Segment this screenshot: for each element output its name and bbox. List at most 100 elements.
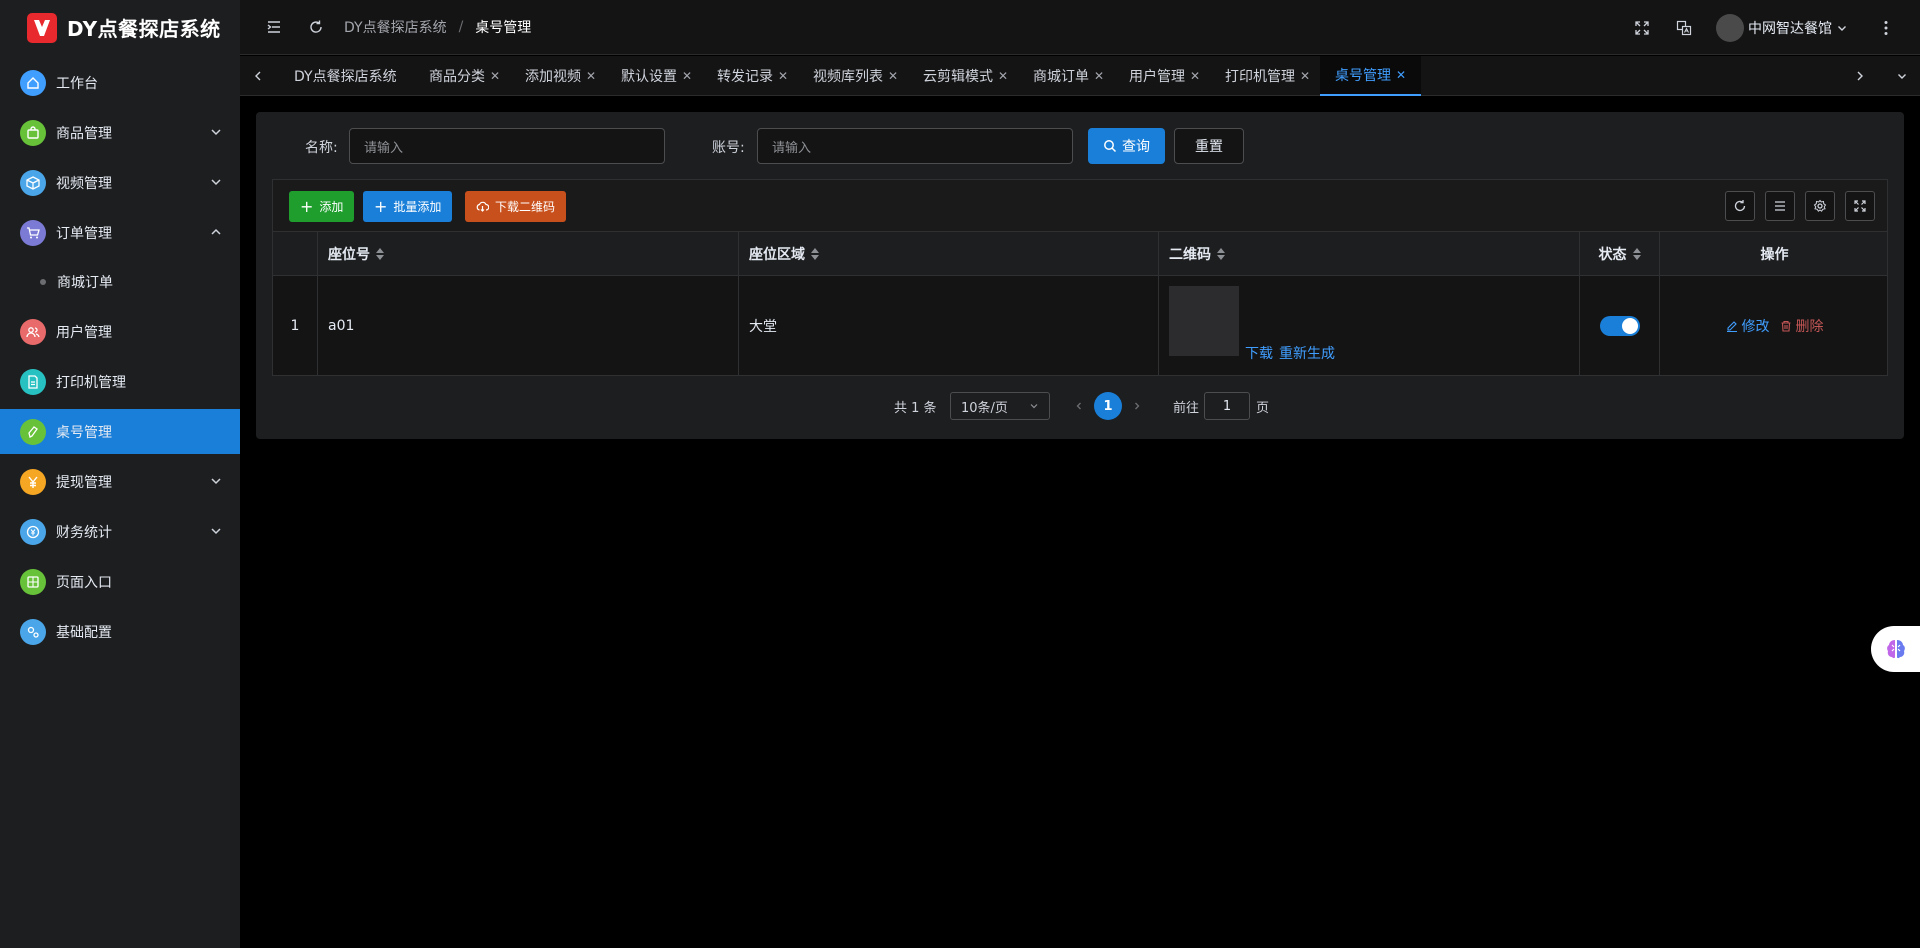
sidebar-item-finance[interactable]: 财务统计 <box>0 509 240 554</box>
sidebar-item-videos[interactable]: 视频管理 <box>0 160 240 205</box>
refresh-icon[interactable] <box>306 17 326 37</box>
name-input[interactable]: 请输入 <box>349 128 665 164</box>
th-qrcode[interactable]: 二维码 <box>1159 232 1580 276</box>
breadcrumb-root[interactable]: DY点餐探店系统 <box>344 17 447 37</box>
chevron-down-icon <box>211 179 221 186</box>
page-size-select[interactable]: 10条/页 <box>950 392 1050 420</box>
tab-forward-records[interactable]: 转发记录 ✕ <box>717 56 788 96</box>
translate-icon[interactable] <box>1674 18 1694 38</box>
delete-link[interactable]: 删除 <box>1780 316 1824 336</box>
table-toolbar: + 添加 + 批量添加 下载二维码 <box>273 180 1887 232</box>
tab-video-library[interactable]: 视频库列表 ✕ <box>813 56 898 96</box>
close-icon[interactable]: ✕ <box>1190 69 1200 83</box>
tabs-scroll-left-icon[interactable] <box>248 66 268 86</box>
pen-icon <box>20 418 46 445</box>
table-fullscreen-icon[interactable] <box>1845 191 1875 221</box>
sidebar-item-label: 视频管理 <box>56 175 112 192</box>
sidebar-item-label: 用户管理 <box>56 324 112 341</box>
avatar <box>1716 13 1744 42</box>
edit-link[interactable]: 修改 <box>1726 316 1770 336</box>
close-icon[interactable]: ✕ <box>586 69 596 83</box>
qr-download-link[interactable]: 下载 <box>1245 343 1273 363</box>
topbar: DY点餐探店系统 / 桌号管理 中网智达餐馆 <box>240 0 1920 55</box>
close-icon[interactable]: ✕ <box>998 69 1008 83</box>
tabs-bar: DY点餐探店系统 商品分类 ✕ 添加视频 ✕ 默认设置 ✕ 转发记录 ✕ 视频库列表 ✕ … <box>240 56 1920 96</box>
sidebar-item-label: 订单管理 <box>56 225 112 242</box>
close-icon[interactable]: ✕ <box>888 69 898 83</box>
tab-mall-orders[interactable]: 商城订单 ✕ <box>1033 56 1104 96</box>
sidebar-item-label: 提现管理 <box>56 474 112 491</box>
document-icon <box>20 368 46 395</box>
sidebar-item-withdrawals[interactable]: 提现管理 <box>0 459 240 504</box>
sidebar-item-label: 基础配置 <box>56 624 112 641</box>
sort-icon[interactable] <box>1217 248 1225 260</box>
qr-regenerate-link[interactable]: 重新生成 <box>1279 343 1335 363</box>
app-title: DY点餐探店系统 <box>67 17 221 41</box>
tab-add-video[interactable]: 添加视频 ✕ <box>525 56 596 96</box>
tabs-scroll-right-icon[interactable] <box>1850 66 1870 86</box>
sidebar-item-page-entry[interactable]: 页面入口 <box>0 559 240 604</box>
close-icon[interactable]: ✕ <box>490 69 500 83</box>
qrcode-image[interactable] <box>1169 286 1239 356</box>
tab-default-settings[interactable]: 默认设置 ✕ <box>621 56 692 96</box>
page-number-current[interactable]: 1 <box>1094 392 1122 420</box>
pagination: 共 1 条 10条/页 1 前往 1 页 <box>256 392 1904 420</box>
th-seat[interactable]: 座位号 <box>318 232 739 276</box>
sidebar-item-products[interactable]: 商品管理 <box>0 110 240 155</box>
more-vertical-icon[interactable] <box>1878 18 1894 38</box>
account-label: 账号: <box>712 140 745 156</box>
sidebar-item-dashboard[interactable]: 工作台 <box>0 60 240 105</box>
search-icon <box>1104 140 1117 153</box>
tab-product-category[interactable]: 商品分类 ✕ <box>429 56 500 96</box>
gears-icon <box>20 618 46 645</box>
sidebar-item-printers[interactable]: 打印机管理 <box>0 359 240 404</box>
close-icon[interactable]: ✕ <box>778 69 788 83</box>
breadcrumb: DY点餐探店系统 / 桌号管理 <box>344 17 531 37</box>
th-status[interactable]: 状态 <box>1580 232 1660 276</box>
status-toggle[interactable] <box>1599 315 1640 336</box>
cart-icon <box>20 219 46 246</box>
sort-icon[interactable] <box>811 248 819 260</box>
query-button[interactable]: 查询 <box>1088 128 1165 164</box>
sidebar-subitem-mall-orders[interactable]: 商城订单 <box>0 259 240 304</box>
cell-actions: 修改 删除 <box>1660 276 1889 375</box>
download-qr-button[interactable]: 下载二维码 <box>465 191 567 222</box>
sidebar-item-settings[interactable]: 基础配置 <box>0 609 240 654</box>
brain-icon <box>1886 640 1905 659</box>
prev-page-icon[interactable] <box>1071 392 1087 420</box>
pagination-total: 共 1 条 <box>894 400 937 416</box>
next-page-icon[interactable] <box>1129 392 1145 420</box>
th-area[interactable]: 座位区域 <box>739 232 1159 276</box>
box-icon <box>20 169 46 196</box>
tabs-menu-icon[interactable] <box>1892 66 1912 86</box>
cloud-download-icon <box>476 201 489 212</box>
close-icon[interactable]: ✕ <box>682 69 692 83</box>
column-settings-icon[interactable] <box>1805 191 1835 221</box>
tab-cloud-edit[interactable]: 云剪辑模式 ✕ <box>923 56 1008 96</box>
fullscreen-icon[interactable] <box>1632 18 1652 38</box>
sidebar-item-users[interactable]: 用户管理 <box>0 309 240 354</box>
sidebar-item-orders[interactable]: 订单管理 <box>0 210 240 255</box>
sidebar-item-tables[interactable]: 桌号管理 <box>0 409 240 454</box>
user-menu[interactable]: 中网智达餐馆 <box>1716 13 1848 42</box>
collapse-menu-icon[interactable] <box>264 17 284 37</box>
goto-page-input[interactable]: 1 <box>1204 392 1250 420</box>
density-icon[interactable] <box>1765 191 1795 221</box>
refresh-icon[interactable] <box>1725 191 1755 221</box>
tab-home[interactable]: DY点餐探店系统 <box>294 56 397 96</box>
tab-printer-management[interactable]: 打印机管理 ✕ <box>1225 56 1310 96</box>
account-input[interactable]: 请输入 <box>757 128 1073 164</box>
close-icon[interactable]: ✕ <box>1094 69 1104 83</box>
tab-table-management[interactable]: 桌号管理 ✕ <box>1320 56 1422 96</box>
sort-icon[interactable] <box>1632 248 1641 260</box>
batch-add-button[interactable]: + 批量添加 <box>363 191 453 222</box>
sort-icon[interactable] <box>376 248 384 260</box>
content-card: 名称: 请输入 账号: 请输入 查询 重置 +添加 +批量添加 下载二维码 <box>256 112 1904 439</box>
assistant-float-button[interactable] <box>1871 626 1920 672</box>
close-icon[interactable]: ✕ <box>1396 68 1406 82</box>
close-icon[interactable]: ✕ <box>1300 69 1310 83</box>
chevron-down-icon <box>211 129 221 136</box>
add-button[interactable]: + 添加 <box>289 191 355 222</box>
reset-button[interactable]: 重置 <box>1174 128 1244 164</box>
tab-user-management[interactable]: 用户管理 ✕ <box>1129 56 1200 96</box>
